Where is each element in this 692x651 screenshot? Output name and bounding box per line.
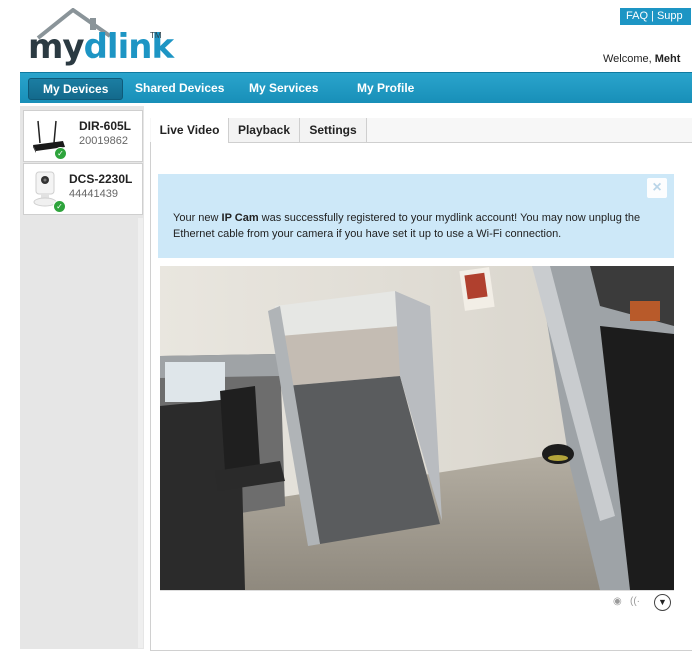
live-video-feed[interactable] xyxy=(160,266,674,590)
close-icon[interactable]: × xyxy=(647,178,667,198)
record-icon[interactable]: ◉ xyxy=(613,597,623,607)
online-check-icon: ✓ xyxy=(53,200,66,213)
device-card-camera[interactable]: ✓ DCS-2230L 44441439 xyxy=(23,163,143,215)
audio-icon[interactable]: ((· xyxy=(630,596,648,608)
welcome-text: Welcome, Meht xyxy=(603,53,681,65)
user-name: Meht xyxy=(654,53,681,65)
main-nav: My Devices Shared Devices My Services My… xyxy=(20,72,692,103)
sidebar-scrollbar[interactable] xyxy=(138,218,143,648)
nav-my-profile[interactable]: My Profile xyxy=(357,73,414,103)
device-id: 20019862 xyxy=(79,135,128,147)
device-name: DIR-605L xyxy=(79,119,132,133)
faq-support-links[interactable]: FAQ | Supp xyxy=(620,8,691,25)
notice-message: Your new IP Cam was successfully registe… xyxy=(173,212,641,240)
camera-view-image xyxy=(160,266,674,590)
tab-settings[interactable]: Settings xyxy=(300,118,367,142)
device-name: DCS-2230L xyxy=(69,172,133,186)
logo-trademark: TM xyxy=(150,31,162,40)
device-sidebar: ✓ DIR-605L 20019862 ✓ DCS-2230L 44441439 xyxy=(20,106,144,649)
tab-playback[interactable]: Playback xyxy=(229,118,300,142)
nav-my-services[interactable]: My Services xyxy=(249,73,318,103)
device-card-router[interactable]: ✓ DIR-605L 20019862 xyxy=(23,110,143,162)
device-id: 44441439 xyxy=(69,188,118,200)
nav-shared-devices[interactable]: Shared Devices xyxy=(135,73,224,103)
chevron-down-icon[interactable]: ▼ xyxy=(654,594,671,611)
online-check-icon: ✓ xyxy=(54,147,67,160)
nav-my-devices[interactable]: My Devices xyxy=(28,78,124,100)
device-tabs: Live Video Playback Settings xyxy=(150,118,692,143)
tab-live-video[interactable]: Live Video xyxy=(151,118,229,143)
video-control-bar xyxy=(160,590,674,615)
